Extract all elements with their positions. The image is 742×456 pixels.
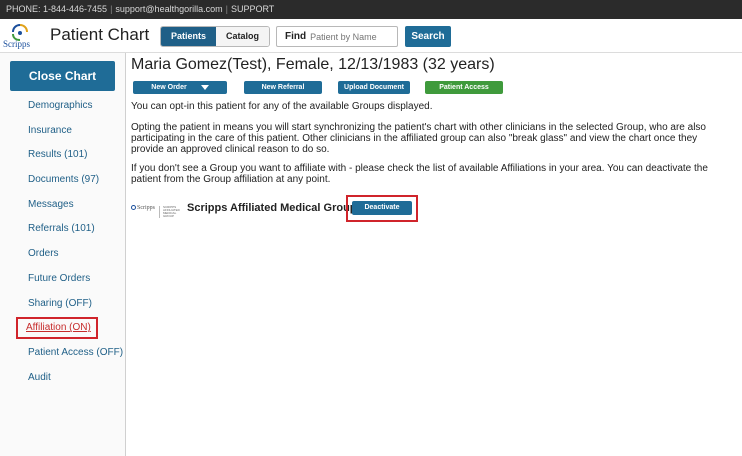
separator: | [225, 4, 228, 14]
nav-tabs: Patients Catalog [160, 26, 271, 47]
group-affiliation-row: Scripps SCRIPPS AFFILIATED MEDICAL GROUP… [131, 195, 731, 222]
chart-nav: Demographics Insurance Results (101) Doc… [0, 94, 126, 390]
patient-access-button[interactable]: Patient Access [425, 81, 503, 94]
sidebar-item-future-orders[interactable]: Future Orders [0, 267, 126, 292]
sidebar-item-results[interactable]: Results (101) [0, 143, 126, 168]
info-text-2: Opting the patient in means you will sta… [131, 122, 706, 155]
scripps-mark-icon [131, 205, 136, 211]
find-patient-field: Find [276, 26, 398, 47]
logo-wordmark: Scripps [3, 39, 30, 49]
chart-sidebar: Close Chart Demographics Insurance Resul… [0, 53, 126, 456]
find-label: Find [285, 31, 307, 42]
affiliated-group-logo: SCRIPPS AFFILIATED MEDICAL GROUP [159, 206, 181, 218]
group-name: Scripps Affiliated Medical Group [187, 202, 357, 214]
sidebar-item-insurance[interactable]: Insurance [0, 119, 126, 144]
close-chart-button[interactable]: Close Chart [10, 61, 115, 91]
scripps-group-logo-text: Scripps [137, 205, 155, 211]
info-text-1: You can opt-in this patient for any of t… [131, 101, 433, 112]
sidebar-item-sharing[interactable]: Sharing (OFF) [0, 292, 126, 317]
support-link[interactable]: SUPPORT [231, 4, 274, 14]
scripps-group-logo: Scripps [131, 205, 155, 211]
sidebar-item-messages[interactable]: Messages [0, 193, 126, 218]
new-order-button[interactable]: New Order [133, 81, 227, 94]
sidebar-item-orders[interactable]: Orders [0, 242, 126, 267]
sidebar-item-documents[interactable]: Documents (97) [0, 168, 126, 193]
tab-patients[interactable]: Patients [161, 27, 217, 46]
upload-document-button[interactable]: Upload Document [338, 81, 410, 94]
sidebar-item-affiliation-row: Affiliation (ON) [0, 316, 126, 341]
chevron-down-icon [200, 84, 209, 90]
support-phone: PHONE: 1-844-446-7455 [6, 4, 108, 14]
support-email-link[interactable]: support@healthgorilla.com [115, 4, 222, 14]
sidebar-item-demographics[interactable]: Demographics [0, 94, 126, 119]
search-button[interactable]: Search [405, 26, 451, 47]
new-order-label: New Order [151, 84, 187, 91]
app-header: Scripps Patient Chart Patients Catalog F… [0, 19, 742, 53]
sidebar-item-affiliation[interactable]: Affiliation (ON) [16, 317, 98, 340]
info-text-3: If you don't see a Group you want to aff… [131, 163, 708, 185]
page-title: Patient Chart [50, 25, 150, 44]
deactivate-highlight: Deactivate [346, 195, 418, 222]
sidebar-item-audit[interactable]: Audit [0, 366, 126, 391]
patient-heading: Maria Gomez(Test), Female, 12/13/1983 (3… [131, 56, 495, 73]
top-info-bar: PHONE: 1-844-446-7455 | support@healthgori… [0, 0, 742, 19]
deactivate-button[interactable]: Deactivate [352, 201, 412, 215]
patient-search-input[interactable] [310, 31, 381, 42]
sidebar-item-patient-access[interactable]: Patient Access (OFF) [0, 341, 126, 366]
tab-catalog[interactable]: Catalog [216, 27, 270, 46]
sidebar-item-referrals[interactable]: Referrals (101) [0, 217, 126, 242]
new-referral-button[interactable]: New Referral [244, 81, 322, 94]
